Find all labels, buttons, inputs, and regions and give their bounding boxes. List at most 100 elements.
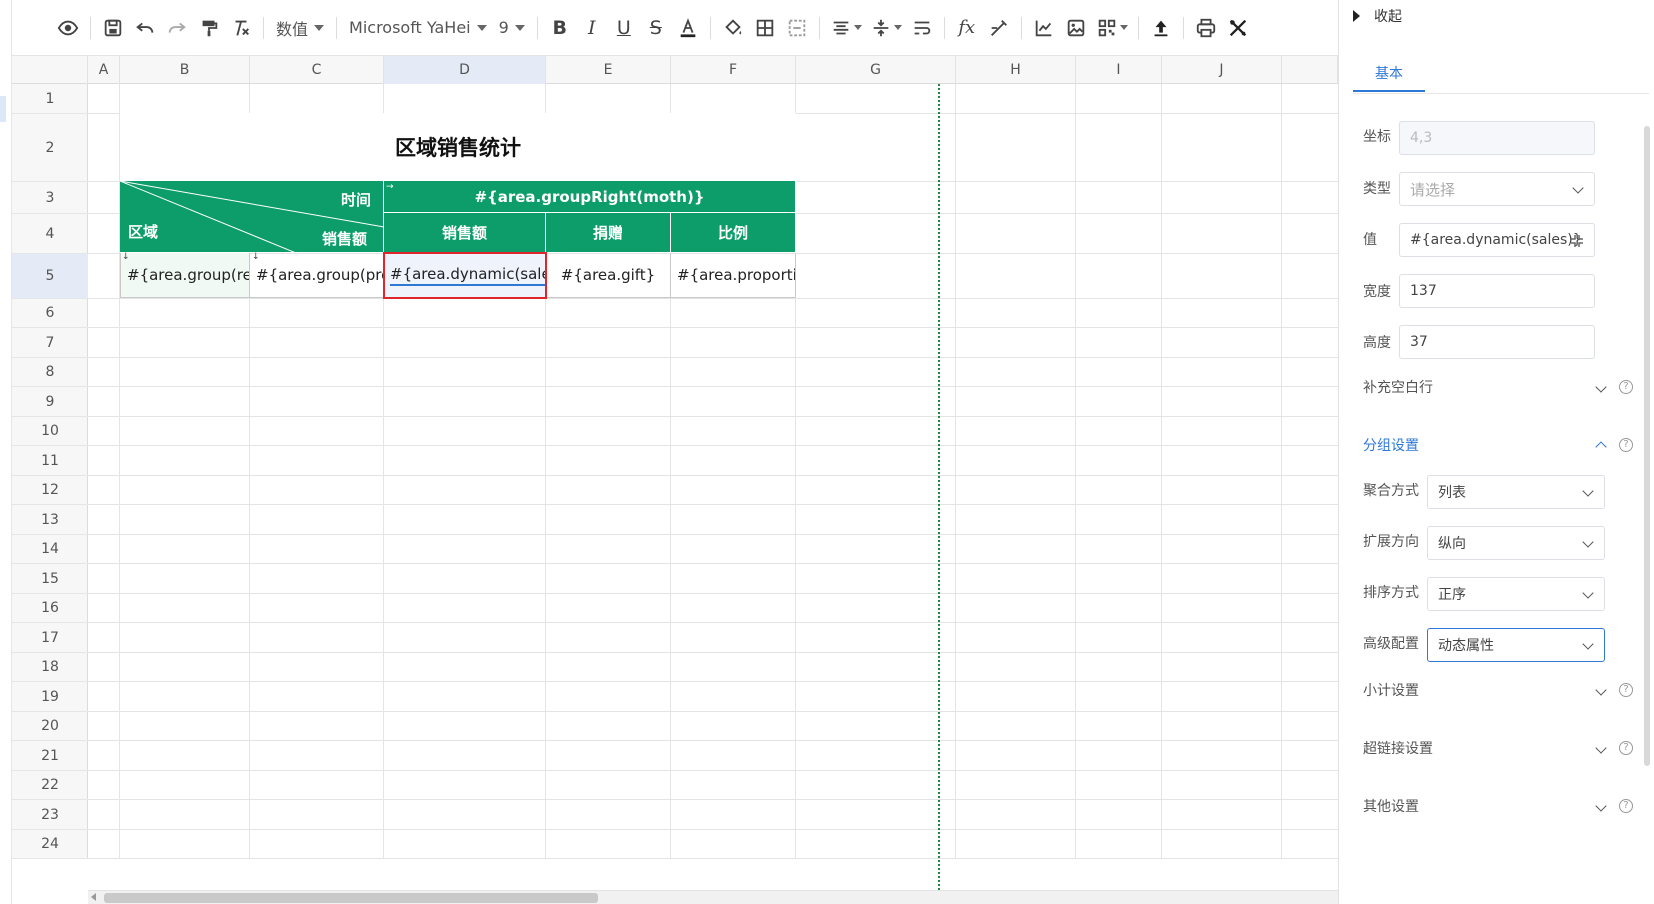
collapse-toggle[interactable]: 收起: [1353, 6, 1402, 26]
undo-icon[interactable]: [129, 11, 161, 45]
horizontal-scroll-thumb[interactable]: [104, 893, 598, 903]
other-settings-section[interactable]: 其他设置 ?: [1363, 795, 1633, 817]
row-header-16[interactable]: 16: [12, 594, 88, 623]
font-family-dropdown[interactable]: Microsoft YaHei: [343, 11, 493, 45]
help-icon[interactable]: ?: [1619, 799, 1633, 813]
save-icon[interactable]: [97, 11, 129, 45]
report-title-cell[interactable]: 区域销售统计: [120, 113, 796, 181]
row-header-21[interactable]: 21: [12, 741, 88, 771]
aggregate-select[interactable]: 列表: [1427, 475, 1605, 509]
font-color-icon[interactable]: [672, 11, 704, 45]
font-size-dropdown[interactable]: 9: [493, 11, 531, 45]
col-ratio-header-cell[interactable]: 比例: [671, 213, 796, 253]
clear-format-icon[interactable]: [225, 11, 257, 45]
formula-edit-icon[interactable]: [983, 11, 1015, 45]
col-gift-header-cell[interactable]: 捐赠: [546, 213, 671, 253]
row-header-6[interactable]: 6: [12, 299, 88, 328]
redo-icon[interactable]: [161, 11, 193, 45]
row-header-24[interactable]: 24: [12, 830, 88, 859]
sort-select[interactable]: 正序: [1427, 577, 1605, 611]
upload-icon[interactable]: [1145, 11, 1177, 45]
value-input[interactable]: #{area.dynamic(sales)}: [1399, 223, 1595, 257]
row-header-5[interactable]: 5: [12, 254, 88, 299]
text-wrap-icon[interactable]: [906, 11, 938, 45]
row-header-17[interactable]: 17: [12, 623, 88, 653]
help-icon[interactable]: ?: [1619, 683, 1633, 697]
hyperlink-section[interactable]: 超链接设置 ?: [1363, 737, 1633, 759]
row-header-22[interactable]: 22: [12, 771, 88, 800]
column-header-d[interactable]: D: [384, 56, 546, 84]
diagonal-header-cell[interactable]: 时间 区域 销售额: [120, 181, 384, 253]
tab-basic[interactable]: 基本: [1353, 56, 1425, 92]
underline-icon[interactable]: U: [608, 11, 640, 45]
scroll-left-arrow-icon[interactable]: [91, 893, 96, 901]
row-header-9[interactable]: 9: [12, 387, 88, 417]
column-header-j[interactable]: J: [1162, 56, 1282, 84]
preview-eye-icon[interactable]: [52, 11, 84, 45]
row-header-3[interactable]: 3: [12, 182, 88, 214]
fill-color-icon[interactable]: [717, 11, 749, 45]
strikethrough-icon[interactable]: S: [640, 11, 672, 45]
row-header-2[interactable]: 2: [12, 114, 88, 182]
print-icon[interactable]: [1190, 11, 1222, 45]
subtotal-section[interactable]: 小计设置 ?: [1363, 679, 1633, 701]
column-header-b[interactable]: B: [120, 56, 250, 84]
row-header-15[interactable]: 15: [12, 564, 88, 594]
column-header-e[interactable]: E: [546, 56, 671, 84]
help-icon[interactable]: ?: [1619, 438, 1633, 452]
horizontal-scrollbar[interactable]: [88, 890, 1338, 904]
width-input[interactable]: 137: [1399, 274, 1595, 308]
format-painter-icon[interactable]: [193, 11, 225, 45]
row-header-12[interactable]: 12: [12, 476, 88, 505]
function-fx-icon[interactable]: fx: [951, 11, 983, 45]
cell-e5[interactable]: #{area.gift}: [546, 253, 671, 298]
shrink-icon[interactable]: [1570, 234, 1584, 248]
cell-d5-selected[interactable]: #{area.dynamic(sales)}: [384, 253, 546, 298]
merge-cells-icon[interactable]: [781, 11, 813, 45]
cell-f5[interactable]: #{area.proportio: [671, 253, 796, 298]
chart-icon[interactable]: [1028, 11, 1060, 45]
coord-input[interactable]: 4,3: [1399, 121, 1595, 155]
align-center-icon[interactable]: [826, 11, 866, 45]
fill-blank-section[interactable]: 补充空白行 ?: [1363, 376, 1633, 398]
row-header-7[interactable]: 7: [12, 328, 88, 358]
column-header-g[interactable]: G: [796, 56, 956, 84]
advanced-select[interactable]: 动态属性: [1427, 628, 1605, 662]
type-select[interactable]: 请选择: [1399, 172, 1595, 206]
column-header-i[interactable]: I: [1076, 56, 1162, 84]
group-settings-section[interactable]: 分组设置 ?: [1363, 434, 1633, 456]
settings-tools-icon[interactable]: [1222, 11, 1254, 45]
cell-c5[interactable]: #{area.group(prov: [250, 253, 384, 298]
help-icon[interactable]: ?: [1619, 741, 1633, 755]
row-header-8[interactable]: 8: [12, 358, 88, 387]
qrcode-icon[interactable]: [1092, 11, 1132, 45]
row-header-23[interactable]: 23: [12, 800, 88, 830]
image-icon[interactable]: [1060, 11, 1092, 45]
row-header-19[interactable]: 19: [12, 682, 88, 712]
panel-scrollbar[interactable]: [1644, 126, 1650, 766]
column-header-h[interactable]: H: [956, 56, 1076, 84]
group-right-header-cell[interactable]: #{area.groupRight(moth)}: [384, 181, 796, 213]
row-header-1[interactable]: 1: [12, 84, 88, 114]
border-icon[interactable]: [749, 11, 781, 45]
column-header-a[interactable]: A: [88, 56, 120, 84]
row-header-13[interactable]: 13: [12, 505, 88, 535]
corner-cell[interactable]: [12, 56, 88, 84]
row-header-4[interactable]: 4: [12, 214, 88, 254]
height-input[interactable]: 37: [1399, 325, 1595, 359]
column-header-c[interactable]: C: [250, 56, 384, 84]
row-header-10[interactable]: 10: [12, 417, 88, 446]
italic-icon[interactable]: I: [576, 11, 608, 45]
bold-icon[interactable]: B: [544, 11, 576, 45]
vertical-align-icon[interactable]: [866, 11, 906, 45]
expand-select[interactable]: 纵向: [1427, 526, 1605, 560]
row-header-14[interactable]: 14: [12, 535, 88, 564]
col-sales-header-cell[interactable]: 销售额: [384, 213, 546, 253]
row-header-18[interactable]: 18: [12, 653, 88, 682]
help-icon[interactable]: ?: [1619, 380, 1633, 394]
number-format-dropdown[interactable]: 数值: [270, 11, 330, 45]
cell-b5[interactable]: #{area.group(reg: [120, 253, 250, 298]
row-header-11[interactable]: 11: [12, 446, 88, 476]
row-header-20[interactable]: 20: [12, 712, 88, 741]
column-header-f[interactable]: F: [671, 56, 796, 84]
